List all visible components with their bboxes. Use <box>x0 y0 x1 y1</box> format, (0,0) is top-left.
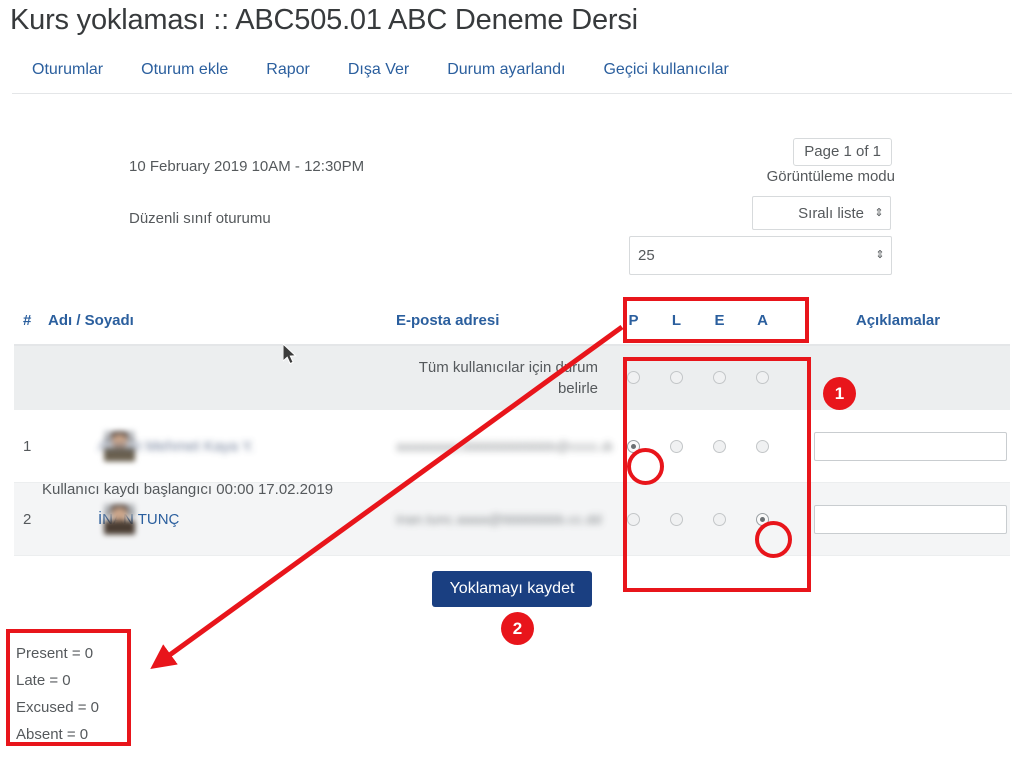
status-radio-group <box>612 439 800 453</box>
status-radio-group <box>612 512 800 526</box>
tab-oturum-ekle[interactable]: Oturum ekle <box>122 58 247 82</box>
attendance-table: # Adı / Soyadı E-posta adresi P L E A Aç… <box>14 296 1010 556</box>
tab-disa-ver[interactable]: Dışa Ver <box>329 58 428 82</box>
per-page-value: 25 <box>638 247 655 264</box>
legend-present: Present = 0 <box>16 645 94 662</box>
radio-excused[interactable] <box>713 439 726 453</box>
row-number: 1 <box>23 437 32 455</box>
table-header-row: # Adı / Soyadı E-posta adresi P L E A Aç… <box>14 296 1010 346</box>
column-header-number: # <box>23 311 32 329</box>
radio-present[interactable] <box>627 512 640 526</box>
column-header-name[interactable]: Adı / Soyadı <box>48 312 396 329</box>
legend-late: Late = 0 <box>16 672 71 689</box>
primary-tab-bar: Oturumlar Oturum ekle Rapor Dışa Ver Dur… <box>12 58 1012 94</box>
remark-cell <box>800 504 1010 534</box>
legend-absent: Absent = 0 <box>16 726 89 743</box>
column-header-status-group: P L E A <box>612 312 800 329</box>
radio-late[interactable] <box>670 439 683 453</box>
remark-input[interactable] <box>814 504 1007 534</box>
view-mode-value: Sıralı liste <box>798 204 864 222</box>
student-email: inan.tunc.aaaa@bbbbbbbb.cc.dd <box>396 511 602 527</box>
student-name-blurred[interactable]: Ahmet Mehmet Kaya Y. <box>98 438 254 455</box>
column-header-present: P <box>628 311 639 329</box>
set-all-radio-group <box>612 371 800 384</box>
row-number: 2 <box>23 510 32 528</box>
tab-durum-ayarlandi[interactable]: Durum ayarlandı <box>428 58 584 82</box>
status-legend-box: Present = 0 Late = 0 Excused = 0 Absent … <box>6 629 131 746</box>
avatar <box>104 503 135 535</box>
student-name-cell: İNAN TUNÇ <box>48 503 396 535</box>
set-all-radio-present[interactable] <box>627 371 640 384</box>
radio-present[interactable] <box>627 439 640 453</box>
tab-gecici-kullanicilar[interactable]: Geçici kullanıcılar <box>584 58 747 82</box>
enrolment-start-note: Kullanıcı kaydı başlangıcı 00:00 17.02.2… <box>42 480 334 498</box>
annotation-badge-2: 2 <box>501 612 534 645</box>
radio-late[interactable] <box>670 512 683 526</box>
save-attendance-button[interactable]: Yoklamayı kaydet <box>432 571 592 607</box>
session-datetime: 10 February 2019 10AM - 12:30PM <box>129 158 365 175</box>
set-all-users-status-label: Tüm kullanıcılar için durum belirle <box>14 357 612 399</box>
student-name-cell: Ahmet Mehmet Kaya Y. Kullanıcı kaydı baş… <box>42 430 396 498</box>
page-root: Kurs yoklaması :: ABC505.01 ABC Deneme D… <box>0 0 1024 761</box>
column-header-late: L <box>671 311 682 329</box>
student-email: aaaaaaaa.bbbbbbbbbbbb@cccc.dd <box>396 438 612 454</box>
chevron-updown-icon: ⇕ <box>874 206 884 219</box>
radio-absent[interactable] <box>756 439 769 453</box>
session-description: Düzenli sınıf oturumu <box>129 210 271 227</box>
set-all-radio-absent[interactable] <box>756 371 769 384</box>
column-header-remarks: Açıklamalar <box>855 311 941 329</box>
tab-rapor[interactable]: Rapor <box>247 58 329 82</box>
column-header-absent: A <box>757 311 768 329</box>
legend-excused: Excused = 0 <box>16 699 99 716</box>
page-title: Kurs yoklaması :: ABC505.01 ABC Deneme D… <box>10 4 638 36</box>
column-header-excused: E <box>714 311 725 329</box>
set-all-label-line2: belirle <box>557 379 598 397</box>
chevron-updown-icon: ⇕ <box>875 249 885 261</box>
column-header-email: E-posta adresi <box>396 311 500 329</box>
table-row: 1 Ahmet Mehmet Kaya Y. Kullanıcı kaydı b… <box>14 410 1010 498</box>
set-all-radio-late[interactable] <box>670 371 683 384</box>
mouse-cursor <box>283 344 297 365</box>
set-all-users-status-row: Tüm kullanıcılar için durum belirle <box>14 346 1010 410</box>
radio-absent[interactable] <box>756 512 769 526</box>
radio-excused[interactable] <box>713 512 726 526</box>
page-indicator: Page 1 of 1 <box>793 138 892 166</box>
view-mode-select[interactable]: Sıralı liste ⇕ <box>752 196 891 230</box>
remark-input[interactable] <box>814 431 1007 461</box>
set-all-radio-excused[interactable] <box>713 371 726 384</box>
tab-oturumlar[interactable]: Oturumlar <box>12 58 122 82</box>
per-page-select[interactable]: 25 ⇕ <box>629 236 892 275</box>
remark-cell <box>800 431 1010 461</box>
set-all-label-line1: Tüm kullanıcılar için durum <box>418 358 598 376</box>
view-mode-label: Görüntüleme modu <box>766 168 895 185</box>
